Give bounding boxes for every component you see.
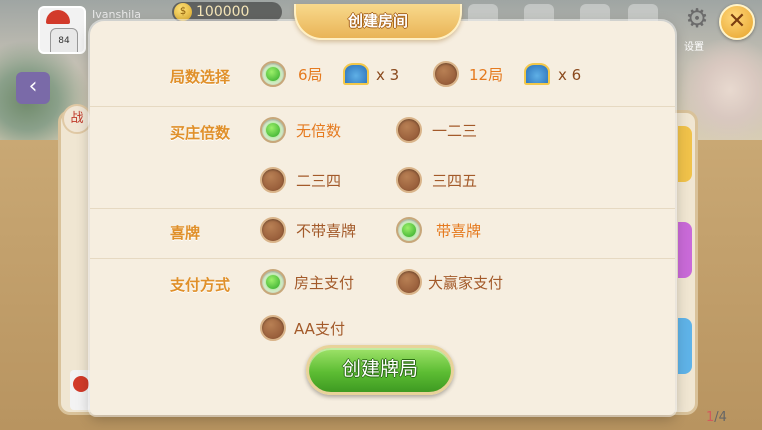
payment-option-owner-label: 房主支付: [294, 273, 355, 292]
banker-option-345-label: 三四五: [432, 171, 478, 190]
banker-option-234-label: 二三四: [296, 171, 342, 190]
banker-option-none[interactable]: 无倍数: [260, 116, 341, 144]
radio-unselected-icon[interactable]: [260, 217, 286, 243]
banker-option-234[interactable]: 二三四: [260, 166, 341, 194]
xipai-option-with-label: 带喜牌: [436, 221, 482, 240]
section-divider: [90, 258, 675, 259]
coin-icon: $: [174, 3, 192, 21]
side-card-gold[interactable]: [678, 126, 692, 182]
payment-option-owner[interactable]: 房主支付: [260, 268, 354, 296]
gear-icon[interactable]: ⚙: [682, 4, 712, 34]
page-total: /4: [714, 410, 727, 425]
avatar-hat: [46, 10, 70, 24]
xipai-option-without[interactable]: 不带喜牌: [260, 216, 356, 244]
banker-option-none-label: 无倍数: [296, 121, 342, 140]
avatar[interactable]: 84: [38, 6, 86, 54]
avatar-shirt-number: 84: [50, 28, 78, 52]
banker-label: 买庄倍数: [170, 124, 231, 142]
settings-label: 设置: [684, 42, 704, 53]
side-card-blue[interactable]: [678, 318, 692, 374]
page-indicator: 1/4: [706, 410, 727, 425]
back-button[interactable]: ‹: [16, 72, 50, 104]
radio-selected-icon[interactable]: [260, 269, 286, 295]
radio-selected-icon[interactable]: [260, 61, 286, 87]
xipai-option-without-label: 不带喜牌: [296, 221, 357, 240]
rounds-option-6-cost: x 3: [376, 66, 400, 84]
rounds-option-12-cost: x 6: [558, 66, 582, 84]
radio-unselected-icon[interactable]: [433, 61, 459, 87]
section-divider: [90, 106, 675, 107]
banker-option-123-label: 一二三: [432, 121, 478, 140]
record-badge[interactable]: 战: [62, 104, 92, 134]
xipai-label: 喜牌: [170, 224, 201, 242]
coin-balance: 100000: [196, 4, 250, 20]
radio-unselected-icon[interactable]: [396, 167, 422, 193]
radio-selected-icon[interactable]: [396, 217, 422, 243]
radio-selected-icon[interactable]: [260, 117, 286, 143]
rounds-option-6-label: 6局: [298, 65, 323, 84]
rounds-option-6[interactable]: 6局: [260, 60, 323, 88]
payment-option-aa[interactable]: AA支付: [260, 314, 345, 342]
dialog-title: 创建房间: [347, 12, 408, 30]
radio-unselected-icon[interactable]: [260, 167, 286, 193]
radio-unselected-icon[interactable]: [396, 117, 422, 143]
rounds-option-12-label: 12局: [469, 65, 504, 84]
close-button[interactable]: ✕: [719, 4, 755, 40]
payment-option-aa-label: AA支付: [294, 319, 345, 338]
section-divider: [90, 208, 675, 209]
diamond-icon: [524, 63, 550, 85]
diamond-icon: [343, 63, 369, 85]
side-card-purple[interactable]: [678, 222, 692, 278]
xipai-option-with[interactable]: 带喜牌: [396, 216, 481, 244]
payment-label: 支付方式: [170, 276, 231, 294]
rounds-option-12[interactable]: 12局: [433, 60, 503, 88]
radio-unselected-icon[interactable]: [396, 269, 422, 295]
username: Ivanshila: [92, 8, 142, 21]
bottom-logo: [70, 370, 92, 410]
payment-option-winner[interactable]: 大赢家支付: [396, 268, 503, 296]
banker-option-345[interactable]: 三四五: [396, 166, 477, 194]
banker-option-123[interactable]: 一二三: [396, 116, 477, 144]
payment-option-winner-label: 大赢家支付: [428, 273, 504, 292]
create-game-button[interactable]: 创建牌局: [306, 345, 454, 395]
radio-unselected-icon[interactable]: [260, 315, 286, 341]
rounds-label: 局数选择: [170, 68, 231, 86]
